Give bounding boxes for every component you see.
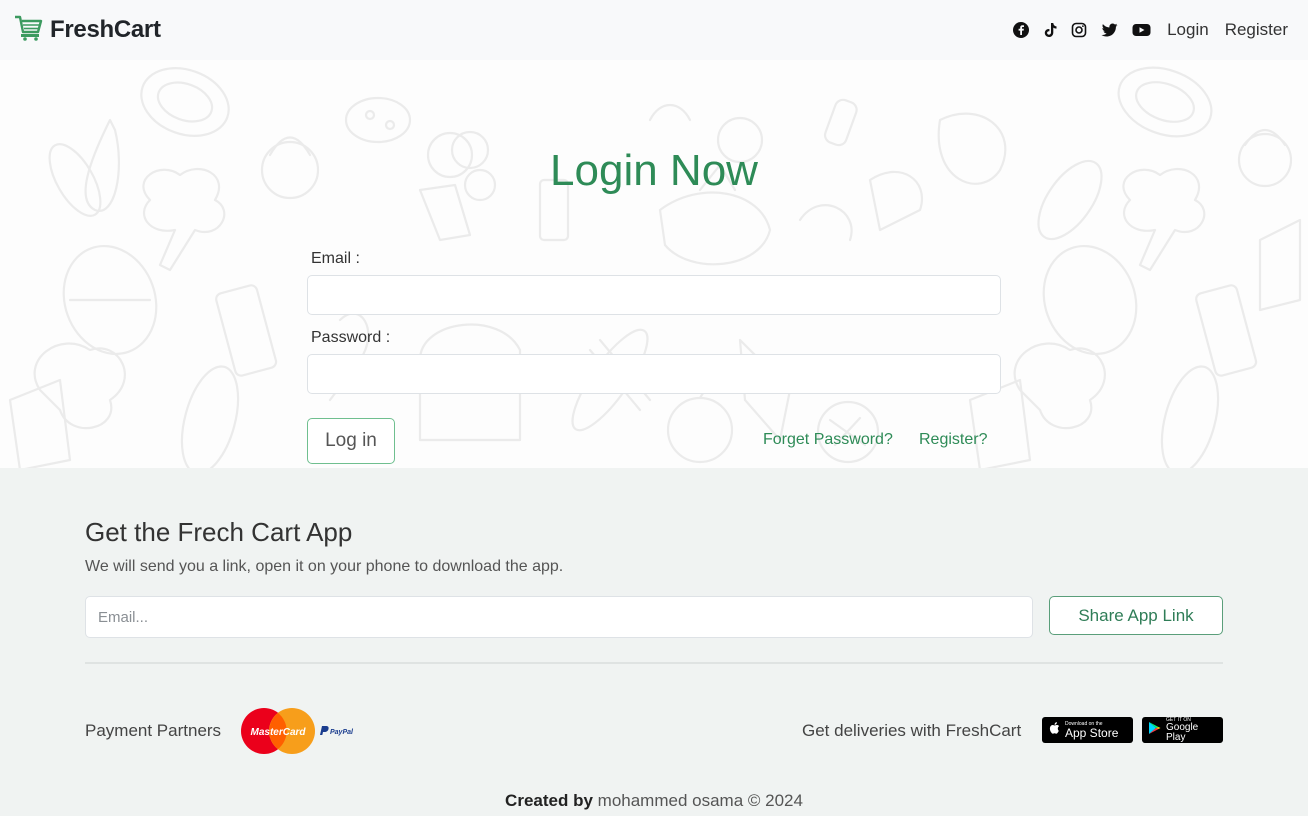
footer-divider xyxy=(85,662,1223,664)
app-store-badge-big: App Store xyxy=(1065,725,1119,740)
facebook-icon[interactable] xyxy=(1013,22,1030,38)
nav-login-link[interactable]: Login xyxy=(1167,20,1209,40)
payment-partners-label: Payment Partners xyxy=(85,721,222,740)
login-section: Login Now xyxy=(0,60,1308,468)
twitter-icon[interactable] xyxy=(1101,23,1118,38)
share-email-input[interactable] xyxy=(85,596,1033,638)
app-promo-subtitle: We will send you a link, open it on your… xyxy=(85,558,564,575)
email-label: Email : xyxy=(311,250,360,267)
grocery-doodle-background xyxy=(8,66,1302,468)
shopping-cart-icon xyxy=(14,15,44,46)
password-label: Password : xyxy=(311,329,391,346)
app-store-badge[interactable]: Download on the App Store xyxy=(1042,717,1133,743)
google-play-icon xyxy=(1148,721,1161,740)
login-button[interactable]: Log in xyxy=(307,418,395,464)
youtube-icon[interactable] xyxy=(1132,23,1151,37)
deliveries-label: Get deliveries with FreshCart xyxy=(802,721,1022,740)
footer: Get the Frech Cart App We will send you … xyxy=(0,468,1308,816)
brand-name: FreshCart xyxy=(50,16,161,43)
forget-password-link[interactable]: Forget Password? xyxy=(763,431,893,449)
google-play-badge-big: Google Play xyxy=(1166,721,1199,743)
tiktok-icon[interactable] xyxy=(1043,22,1057,38)
svg-text:MasterCard: MasterCard xyxy=(250,727,306,738)
brand[interactable]: FreshCart xyxy=(14,15,161,46)
social-links xyxy=(1013,22,1151,38)
svg-text:PayPal: PayPal xyxy=(330,729,354,736)
apple-icon xyxy=(1048,721,1060,740)
share-app-link-button[interactable]: Share App Link xyxy=(1049,596,1223,635)
navbar: FreshCart Login Register xyxy=(0,0,1308,60)
app-store-badge-text: Download on the App Store xyxy=(1065,721,1119,740)
nav-right: Login Register xyxy=(1013,20,1288,40)
paypal-logo: PayPal xyxy=(319,725,365,739)
register-link[interactable]: Register? xyxy=(919,431,987,449)
email-field[interactable] xyxy=(307,275,1001,315)
credit-author: mohammed osama © 2024 xyxy=(597,791,803,810)
google-play-badge[interactable]: GET IT ON Google Play xyxy=(1142,717,1223,743)
instagram-icon[interactable] xyxy=(1071,22,1087,38)
page-title: Login Now xyxy=(550,146,758,195)
credit-prefix: Created by xyxy=(505,791,593,810)
google-play-badge-text: GET IT ON Google Play xyxy=(1166,717,1217,743)
password-field[interactable] xyxy=(307,354,1001,394)
nav-register-link[interactable]: Register xyxy=(1225,20,1288,40)
footer-credit: Created by mohammed osama © 2024 xyxy=(0,791,1308,811)
mastercard-logo: MasterCard xyxy=(240,708,316,759)
app-promo-title: Get the Frech Cart App xyxy=(85,517,353,547)
